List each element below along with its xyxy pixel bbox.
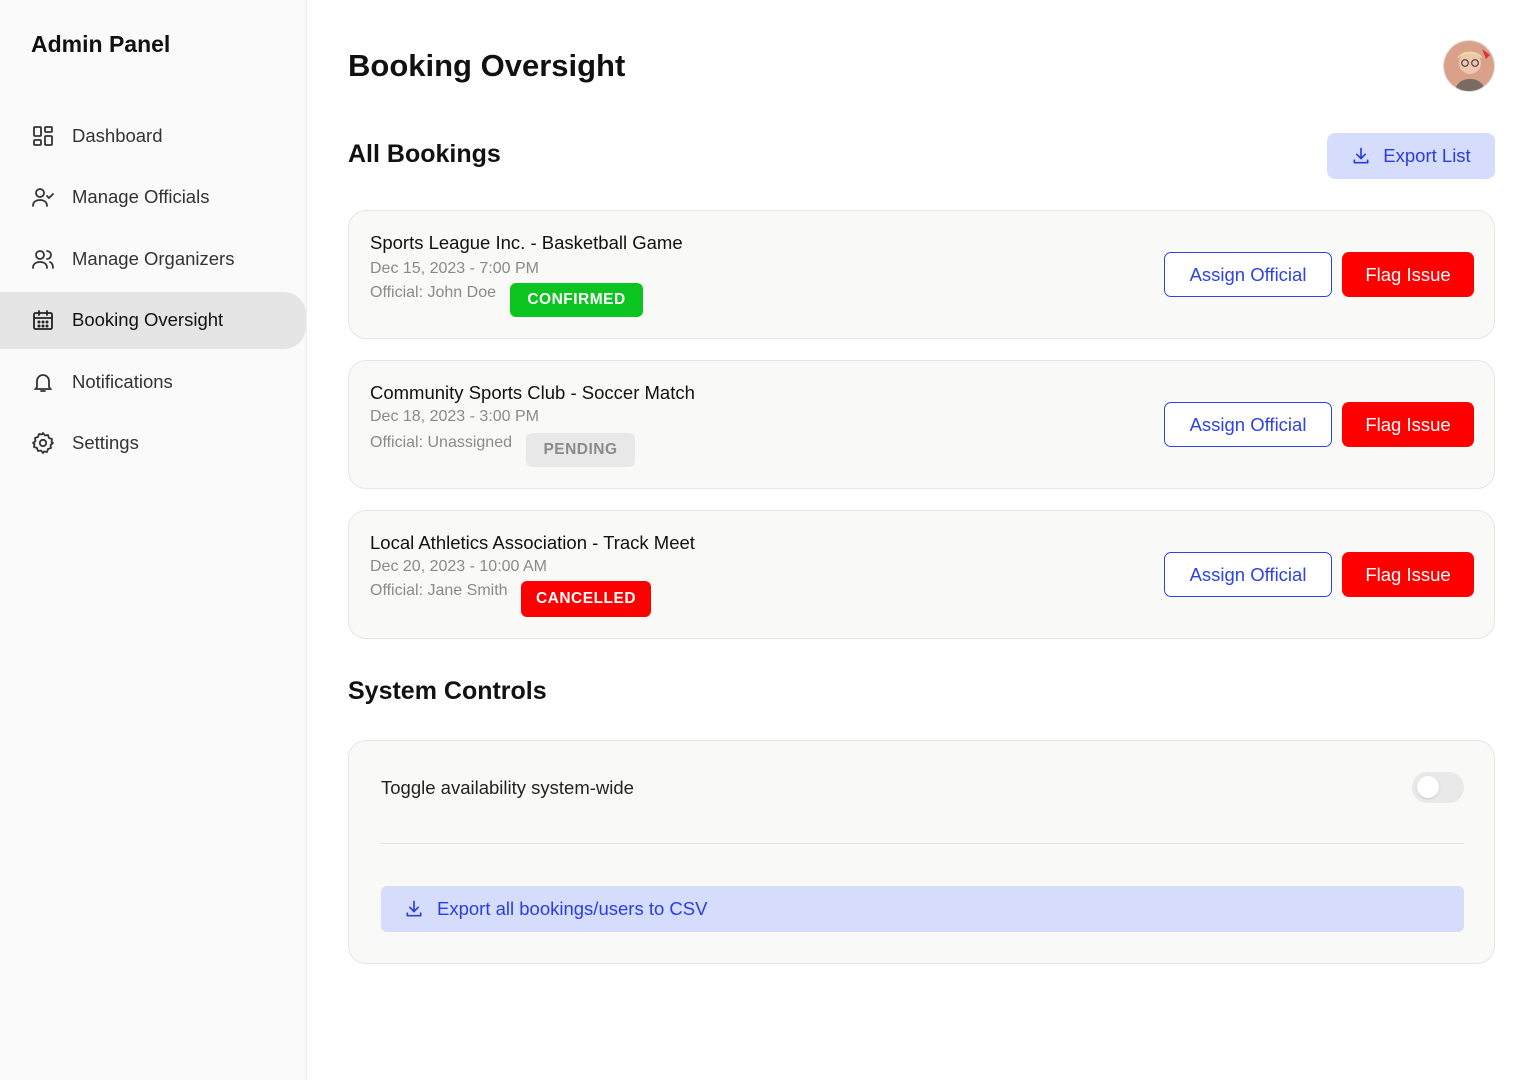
sidebar: Admin Panel Dashboard Manage Officials M… bbox=[0, 0, 307, 1080]
sidebar-item-label: Settings bbox=[72, 432, 139, 453]
sidebar-item-label: Dashboard bbox=[72, 124, 163, 146]
toggle-knob bbox=[1417, 776, 1439, 798]
users-icon bbox=[31, 247, 55, 271]
booking-title: Sports League Inc. - Basketball Game bbox=[370, 232, 683, 253]
toggle-availability-label: Toggle availability system-wide bbox=[381, 777, 634, 798]
assign-official-button[interactable]: Assign Official bbox=[1164, 552, 1332, 597]
user-check-icon bbox=[31, 185, 55, 209]
flag-issue-button[interactable]: Flag Issue bbox=[1342, 252, 1474, 297]
status-badge: CANCELLED bbox=[521, 581, 651, 617]
export-list-button[interactable]: Export List bbox=[1327, 133, 1495, 179]
booking-date: Dec 15, 2023 - 7:00 PM bbox=[370, 260, 539, 277]
booking-title: Local Athletics Association - Track Meet bbox=[370, 532, 695, 553]
page-title: Booking Oversight bbox=[348, 48, 626, 83]
sidebar-item-dashboard[interactable]: Dashboard bbox=[0, 107, 306, 164]
sidebar-item-booking-oversight[interactable]: Booking Oversight bbox=[0, 291, 306, 349]
booking-official: Official: Unassigned bbox=[370, 434, 512, 451]
download-icon bbox=[406, 900, 422, 917]
sidebar-item-label: Manage Organizers bbox=[72, 247, 235, 269]
assign-official-button[interactable]: Assign Official bbox=[1164, 402, 1332, 447]
booking-title: Community Sports Club - Soccer Match bbox=[370, 382, 695, 403]
status-badge: PENDING bbox=[526, 433, 635, 467]
booking-date: Dec 18, 2023 - 3:00 PM bbox=[370, 408, 539, 425]
main-content: Booking Oversight All Bookings Export Li… bbox=[307, 0, 1536, 1080]
export-csv-label: Export all bookings/users to CSV bbox=[437, 898, 708, 919]
dashboard-icon bbox=[31, 124, 55, 148]
status-badge: CONFIRMED bbox=[510, 283, 643, 317]
user-avatar[interactable] bbox=[1443, 40, 1495, 92]
availability-toggle[interactable] bbox=[1412, 772, 1464, 803]
section-title-all-bookings: All Bookings bbox=[348, 140, 501, 168]
brand-title: Admin Panel bbox=[31, 31, 171, 57]
section-title-system-controls: System Controls bbox=[348, 677, 547, 705]
booking-card: Sports League Inc. - Basketball Game Dec… bbox=[348, 210, 1495, 339]
flag-issue-button[interactable]: Flag Issue bbox=[1342, 402, 1474, 447]
sidebar-item-label: Notifications bbox=[72, 370, 173, 392]
gear-icon bbox=[31, 431, 55, 455]
export-list-label: Export List bbox=[1383, 145, 1471, 166]
booking-official: Official: Jane Smith bbox=[370, 582, 508, 599]
export-csv-button[interactable]: Export all bookings/users to CSV bbox=[381, 886, 1464, 932]
system-controls-card: Toggle availability system-wide Export a… bbox=[348, 740, 1495, 964]
divider bbox=[381, 843, 1464, 844]
bell-icon bbox=[31, 370, 55, 394]
assign-official-button[interactable]: Assign Official bbox=[1164, 252, 1332, 297]
sidebar-item-settings[interactable]: Settings bbox=[0, 415, 306, 472]
booking-official: Official: John Doe bbox=[370, 284, 496, 301]
sidebar-item-manage-officials[interactable]: Manage Officials bbox=[0, 169, 306, 226]
booking-date: Dec 20, 2023 - 10:00 AM bbox=[370, 558, 547, 575]
sidebar-item-label: Manage Officials bbox=[72, 186, 210, 207]
flag-issue-button[interactable]: Flag Issue bbox=[1342, 552, 1474, 597]
download-icon bbox=[1353, 147, 1369, 164]
booking-card: Local Athletics Association - Track Meet… bbox=[348, 510, 1495, 639]
sidebar-item-manage-organizers[interactable]: Manage Organizers bbox=[0, 230, 306, 287]
calendar-icon bbox=[31, 308, 55, 332]
sidebar-item-label: Booking Oversight bbox=[72, 309, 224, 330]
booking-card: Community Sports Club - Soccer Match Dec… bbox=[348, 360, 1495, 489]
sidebar-nav: Dashboard Manage Officials Manage Organi… bbox=[0, 107, 306, 476]
sidebar-item-notifications[interactable]: Notifications bbox=[0, 353, 306, 410]
